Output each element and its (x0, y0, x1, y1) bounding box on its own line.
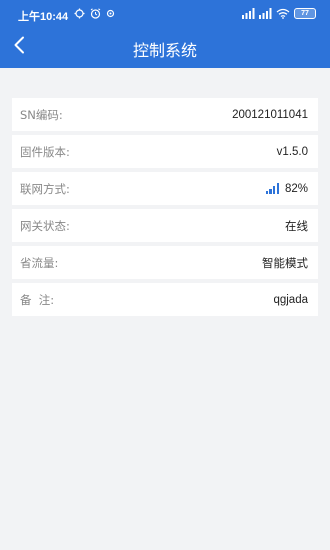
wifi-icon (276, 8, 290, 19)
battery-level: 77 (301, 10, 309, 17)
list-item-network: 联网方式: 82% (12, 172, 318, 205)
list-item-data-saving[interactable]: 省流量: 智能模式 (12, 246, 318, 279)
list-item-gateway-status: 网关状态: 在线 (12, 209, 318, 242)
list-item-remark[interactable]: 备 注: qgjada (12, 283, 318, 316)
status-icons-left (74, 8, 115, 19)
row-value: 200121011041 (232, 109, 308, 121)
list-item-firmware: 固件版本: v1.5.0 (12, 135, 318, 168)
list-item-sn: SN编码: 200121011041 (12, 98, 318, 131)
cellular-signal-icon (242, 8, 255, 19)
cellular-signal-icon-2 (259, 8, 272, 19)
sn-value: 200121011041 (232, 108, 308, 121)
gateway-status-value: 在线 (285, 218, 308, 233)
row-label: 省流量: (20, 255, 59, 270)
notification-icon (106, 9, 115, 18)
status-bar: 上午10:44 77 (0, 0, 330, 30)
row-label: 网关状态: (20, 218, 70, 233)
status-icons-right: 77 (242, 8, 316, 19)
battery-icon: 77 (294, 8, 316, 19)
info-list: SN编码: 200121011041 固件版本: v1.5.0 联网方式: 82… (12, 98, 318, 320)
row-value: v1.5.0 (277, 146, 308, 158)
app-header: 上午10:44 77 控制系统 (0, 0, 330, 68)
status-time: 上午10:44 (18, 11, 69, 23)
firmware-value: v1.5.0 (276, 145, 308, 158)
network-value: 82% (284, 182, 308, 195)
row-value: 82% (265, 182, 308, 195)
row-label: SN编码: (20, 107, 63, 122)
row-label: 联网方式: (20, 181, 70, 196)
row-value: qgjada (273, 294, 308, 306)
row-value: 智能模式 (262, 255, 308, 271)
data-saving-value: 智能模式 (262, 255, 308, 270)
row-value: 在线 (285, 218, 308, 234)
row-label: 固件版本: (20, 144, 70, 159)
sync-icon (74, 8, 85, 19)
page-title: 控制系统 (132, 41, 197, 60)
row-label: 备 注: (20, 292, 55, 307)
remark-value: qgjada (273, 293, 308, 306)
signal-icon (265, 183, 279, 194)
nav-bar: 控制系统 (0, 30, 330, 68)
alarm-clock-icon (90, 8, 101, 19)
